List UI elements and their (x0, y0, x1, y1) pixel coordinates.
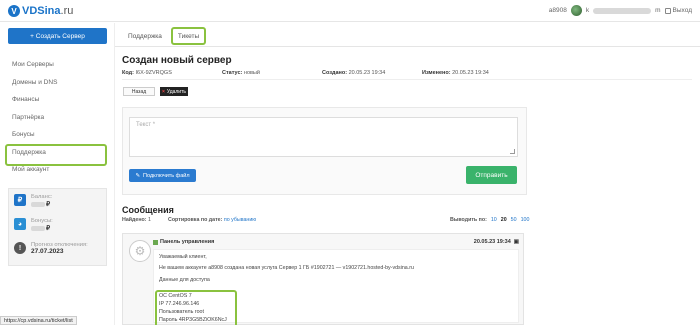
sidebar-item-support-label: Поддержка (12, 148, 46, 156)
per-page-selector: Выводить по: 10 20 50 100 (450, 217, 530, 223)
balance-panel: ₽ Баланс: ₽ ◕ Бонусы: ₽ ! Прогноз отключ… (8, 188, 107, 266)
paperclip-icon: ✎ (135, 172, 141, 179)
delete-button[interactable]: × Удалить (160, 87, 188, 96)
logo[interactable]: V VDSina.ru (8, 4, 73, 18)
balance-value: ₽ (31, 200, 52, 208)
bonus-redacted (31, 225, 45, 231)
per-page-10[interactable]: 10 (491, 217, 497, 223)
reply-textarea[interactable]: Текст * (129, 117, 518, 157)
bonus-value: ₽ (31, 224, 53, 232)
avatar[interactable] (570, 5, 582, 16)
balance-redacted (31, 201, 45, 207)
logout-link[interactable]: Выход (664, 7, 692, 14)
message-date: 20.05.23 19:34 ▣ (473, 239, 519, 245)
system-avatar-icon: ⚙ (129, 240, 151, 262)
logout-icon (664, 7, 671, 14)
sidebar-item-finance[interactable]: Финансы (0, 91, 115, 109)
status-bar-url: https://cp.vdsina.ru/ticket/list (0, 316, 77, 325)
per-page-20[interactable]: 20 (501, 217, 507, 223)
message-icon: ▣ (513, 239, 519, 245)
bonus-row: ◕ Бонусы: ₽ (14, 218, 53, 232)
logo-text: VDSina.ru (22, 5, 74, 17)
back-button[interactable]: Назад (123, 87, 155, 96)
ticket-meta: Код: I6X-9ZVRQGS Статус: новый Создано: … (122, 70, 692, 78)
message-header: Панель управления 20.05.23 19:34 ▣ (153, 239, 519, 247)
reply-box: Текст * ✎ Подключить файл Отправить (122, 107, 527, 195)
sidebar-item-partners[interactable]: Партнёрка (0, 109, 115, 127)
email-start: k (585, 7, 590, 14)
email-end: m (655, 7, 661, 14)
sidebar-item-domains[interactable]: Домены и DNS (0, 74, 115, 92)
message-line: Не вашем аккаунте a8908 создана новая ус… (159, 265, 414, 271)
sidebar-menu: Мои Серверы Домены и DNS Финансы Партнёр… (0, 56, 115, 179)
piggy-bank-icon: ◕ (14, 218, 26, 230)
ticket-title: Создан новый сервер (122, 55, 232, 66)
ticket-status: Статус: новый (222, 70, 260, 76)
message-card: ⚙ Панель управления 20.05.23 19:34 ▣ Уваж… (122, 233, 524, 325)
message-body: Уважаемый клиент, Не вашем аккаунте a890… (153, 249, 519, 325)
shutdown-row: ! Прогноз отключения: 27.07.2023 (14, 242, 88, 255)
credentials-highlight (155, 290, 237, 325)
message-author: Панель управления (153, 239, 214, 245)
account-id: a8908 (548, 7, 567, 14)
found-count: Найдено: 1 (122, 217, 151, 223)
messages-title: Сообщения (122, 205, 174, 215)
send-button[interactable]: Отправить (466, 166, 517, 184)
top-bar: V VDSina.ru a8908 k m Выход (0, 0, 700, 22)
sidebar-item-support[interactable]: Поддержка (0, 143, 115, 165)
sidebar-item-bonuses[interactable]: Бонусы (0, 126, 115, 144)
ticket-created: Создано: 20.05.23 19:34 (322, 70, 386, 76)
sidebar: + Создать Сервер Мои Серверы Домены и DN… (0, 23, 115, 325)
resize-handle-icon[interactable] (510, 149, 515, 154)
message-line: Данные для доступа (159, 277, 210, 283)
logout-label: Выход (672, 7, 692, 14)
tab-tickets[interactable]: Тикеты (170, 27, 207, 45)
sort-link[interactable]: по убыванию (224, 217, 256, 223)
logo-icon: V (8, 5, 20, 17)
tab-support[interactable]: Поддержка (123, 27, 167, 45)
meta-divider (122, 79, 692, 80)
author-icon (153, 239, 158, 245)
shutdown-date: 27.07.2023 (31, 248, 64, 255)
warning-icon: ! (14, 242, 26, 254)
user-area: a8908 k m Выход (549, 5, 692, 16)
per-page-50[interactable]: 50 (511, 217, 517, 223)
message-line: Уважаемый клиент, (159, 254, 207, 260)
ticket-code: Код: I6X-9ZVRQGS (122, 70, 172, 76)
sort-control: Сортировка по дате: по убыванию (168, 217, 257, 223)
email-redacted (593, 7, 652, 14)
ticket-changed: Изменено: 20.05.23 19:34 (422, 70, 489, 76)
create-server-button[interactable]: + Создать Сервер (8, 28, 107, 44)
per-page-100[interactable]: 100 (521, 217, 530, 223)
close-icon: × (161, 88, 165, 95)
tabs: Поддержка Тикеты (123, 27, 207, 45)
main-content: Поддержка Тикеты Создан новый сервер Код… (115, 23, 700, 325)
reply-placeholder: Текст * (136, 122, 156, 128)
attach-file-button[interactable]: ✎ Подключить файл (129, 169, 196, 182)
balance-row: ₽ Баланс: ₽ (14, 194, 52, 208)
ruble-icon: ₽ (14, 194, 26, 206)
sidebar-item-servers[interactable]: Мои Серверы (0, 56, 115, 74)
tabs-divider (115, 46, 700, 47)
